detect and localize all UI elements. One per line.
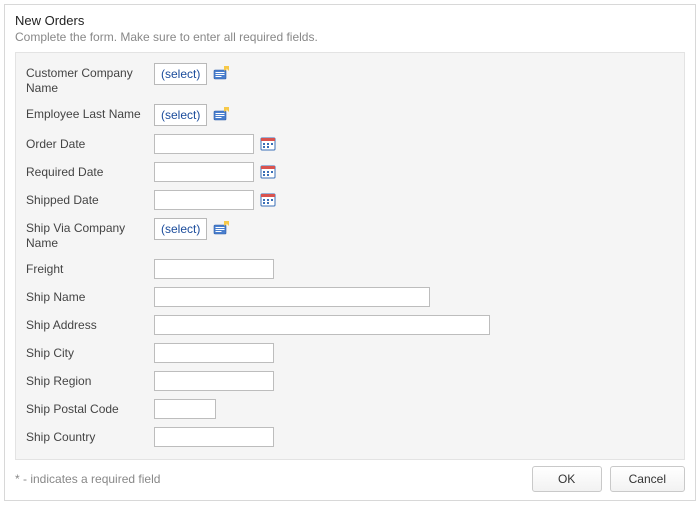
footer: * - indicates a required field OK Cancel <box>15 466 685 492</box>
row-employee-last-name: Employee Last Name (select) <box>26 104 674 126</box>
page-subtitle: Complete the form. Make sure to enter al… <box>15 30 685 44</box>
row-shipped-date: Shipped Date <box>26 190 674 210</box>
new-record-icon[interactable] <box>213 107 229 123</box>
label-ship-city: Ship City <box>26 343 154 361</box>
label-employee-last-name: Employee Last Name <box>26 104 154 122</box>
row-customer-company-name: Customer Company Name (select) <box>26 63 674 96</box>
new-orders-panel: New Orders Complete the form. Make sure … <box>4 4 696 501</box>
new-record-icon[interactable] <box>213 66 229 82</box>
label-ship-via-company-name: Ship Via Company Name <box>26 218 154 251</box>
row-ship-region: Ship Region <box>26 371 674 391</box>
row-freight: Freight <box>26 259 674 279</box>
row-required-date: Required Date <box>26 162 674 182</box>
form-area: Customer Company Name (select) Employee … <box>15 52 685 460</box>
page-title: New Orders <box>15 13 685 28</box>
select-ship-via-company-name[interactable]: (select) <box>154 218 207 240</box>
row-ship-via-company-name: Ship Via Company Name (select) <box>26 218 674 251</box>
row-ship-city: Ship City <box>26 343 674 363</box>
label-shipped-date: Shipped Date <box>26 190 154 208</box>
label-freight: Freight <box>26 259 154 277</box>
row-order-date: Order Date <box>26 134 674 154</box>
row-ship-postal-code: Ship Postal Code <box>26 399 674 419</box>
input-freight[interactable] <box>154 259 274 279</box>
row-ship-country: Ship Country <box>26 427 674 447</box>
select-customer-company-name[interactable]: (select) <box>154 63 207 85</box>
select-employee-last-name[interactable]: (select) <box>154 104 207 126</box>
input-ship-country[interactable] <box>154 427 274 447</box>
calendar-icon[interactable] <box>260 192 276 208</box>
cancel-button[interactable]: Cancel <box>610 466 685 492</box>
calendar-icon[interactable] <box>260 164 276 180</box>
calendar-icon[interactable] <box>260 136 276 152</box>
label-ship-country: Ship Country <box>26 427 154 445</box>
input-ship-address[interactable] <box>154 315 490 335</box>
input-order-date[interactable] <box>154 134 254 154</box>
label-required-date: Required Date <box>26 162 154 180</box>
new-record-icon[interactable] <box>213 221 229 237</box>
row-ship-address: Ship Address <box>26 315 674 335</box>
input-ship-city[interactable] <box>154 343 274 363</box>
label-ship-postal-code: Ship Postal Code <box>26 399 154 417</box>
label-customer-company-name: Customer Company Name <box>26 63 154 96</box>
ok-button[interactable]: OK <box>532 466 602 492</box>
required-field-note: * - indicates a required field <box>15 472 160 486</box>
input-ship-region[interactable] <box>154 371 274 391</box>
label-ship-name: Ship Name <box>26 287 154 305</box>
label-ship-address: Ship Address <box>26 315 154 333</box>
label-order-date: Order Date <box>26 134 154 152</box>
row-ship-name: Ship Name <box>26 287 674 307</box>
label-ship-region: Ship Region <box>26 371 154 389</box>
input-ship-postal-code[interactable] <box>154 399 216 419</box>
input-ship-name[interactable] <box>154 287 430 307</box>
input-shipped-date[interactable] <box>154 190 254 210</box>
input-required-date[interactable] <box>154 162 254 182</box>
